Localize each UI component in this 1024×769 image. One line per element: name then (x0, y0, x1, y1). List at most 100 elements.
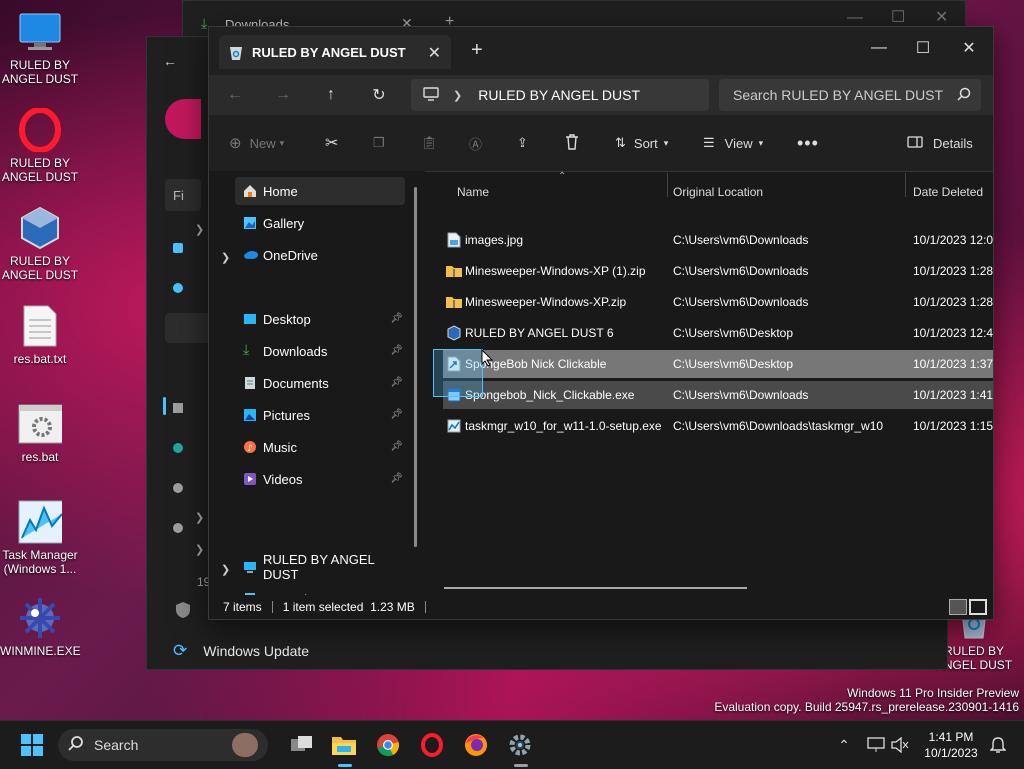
table-row[interactable]: Minesweeper-Windows-XP.zip C:\Users\vm6\… (443, 288, 993, 316)
chevron-right-icon[interactable]: ❯ (195, 543, 204, 556)
column-divider[interactable] (905, 173, 906, 197)
chevron-up-icon[interactable]: ⌃ (830, 731, 858, 759)
explorer-window[interactable]: RULED BY ANGEL DUST ✕ + — ☐ ✕ ← → ↑ ↻ ❯ … (208, 26, 994, 620)
nav-item-onedrive[interactable]: OneDrive (235, 241, 405, 269)
volume-muted-icon[interactable] (886, 731, 914, 759)
copy-icon: ❐ (373, 135, 385, 150)
pin-icon[interactable]: 📌︎ (390, 473, 403, 484)
nav-item-documents[interactable]: Documents 📌︎ (235, 369, 405, 397)
column-header-name[interactable]: Name (457, 181, 489, 203)
close-tab-icon[interactable]: ✕ (428, 43, 441, 63)
pc-icon (423, 86, 439, 104)
nav-item-desktop[interactable]: Desktop 📌︎ (235, 305, 405, 333)
sort-icon: ⇅ (615, 135, 626, 150)
new-tab-icon[interactable]: + (471, 39, 483, 62)
firefox-icon[interactable] (462, 731, 490, 759)
status-divider (271, 601, 273, 613)
settings-nav-icon (173, 283, 183, 293)
chevron-right-icon[interactable]: ❯ (453, 89, 462, 102)
horizontal-scrollbar[interactable] (444, 587, 747, 589)
close-icon[interactable]: ✕ (935, 7, 948, 27)
sort-button[interactable]: ⇅ Sort ▾ (615, 131, 668, 155)
pin-icon[interactable]: 📌︎ (390, 409, 403, 420)
text-file-icon (18, 304, 62, 348)
back-arrow-icon[interactable]: ← (221, 83, 249, 107)
table-row[interactable]: taskmgr_w10_for_w11-1.0-setup.exe C:\Use… (443, 412, 993, 440)
column-header-location[interactable]: Original Location (673, 181, 763, 203)
nav-scrollbar[interactable] (414, 187, 417, 547)
table-row[interactable]: Spongebob_Nick_Clickable.exe C:\Users\vm… (443, 381, 993, 409)
column-divider[interactable] (667, 173, 668, 197)
details-button[interactable]: Details (907, 131, 973, 155)
table-row[interactable]: images.jpg C:\Users\vm6\Downloads 10/1/2… (443, 226, 993, 254)
clock[interactable]: 1:41 PM 10/1/2023 (916, 729, 986, 761)
cut-button[interactable]: ✂ (325, 131, 338, 155)
nav-item-videos[interactable]: Videos 📌︎ (235, 465, 405, 493)
nav-item-pictures[interactable]: Pictures 📌︎ (235, 401, 405, 429)
address-bar[interactable]: ❯ RULED BY ANGEL DUST (411, 79, 709, 111)
start-button[interactable] (18, 731, 46, 759)
new-button[interactable]: ⊕ New ▾ (229, 131, 284, 155)
search-box[interactable]: Search RULED BY ANGEL DUST (719, 79, 981, 111)
table-row[interactable]: RULED BY ANGEL DUST 6 C:\Users\vm6\Deskt… (443, 319, 993, 347)
close-icon[interactable]: ✕ (947, 33, 991, 63)
share-button[interactable]: ⇪ (517, 131, 528, 155)
tab-ruled-by-angel-dust[interactable]: RULED BY ANGEL DUST ✕ (219, 35, 451, 69)
maximize-icon[interactable]: ☐ (891, 7, 905, 27)
chevron-right-icon[interactable]: ❯ (195, 511, 204, 524)
tiles-view-icon[interactable] (969, 599, 987, 615)
desktop-icon-winmine[interactable]: WINMINE.EXE (0, 596, 81, 658)
paste-button[interactable]: 📋︎ (421, 131, 438, 155)
rename-button[interactable]: Ⓐ (469, 131, 482, 155)
minimize-icon[interactable]: — (857, 33, 901, 63)
desktop-icon-res-bat-txt[interactable]: res.bat.txt (0, 304, 80, 366)
forward-arrow-icon[interactable]: → (269, 83, 297, 107)
view-button[interactable]: ☰ View ▾ (703, 131, 763, 155)
title-bar[interactable]: RULED BY ANGEL DUST ✕ + — ☐ ✕ (209, 27, 993, 75)
more-options-button[interactable]: ••• (797, 131, 819, 155)
delete-button[interactable] (565, 131, 579, 155)
details-view-icon[interactable] (949, 599, 967, 615)
chrome-icon[interactable] (374, 731, 402, 759)
up-arrow-icon[interactable]: ↑ (317, 83, 345, 107)
windows-update-item[interactable]: ⟳ Windows Update (165, 637, 465, 665)
notification-bell-icon[interactable] (984, 731, 1012, 759)
settings-search-partial[interactable]: Fi (165, 179, 201, 211)
nav-item-downloads[interactable]: ⤓ Downloads 📌︎ (235, 337, 405, 365)
chevron-right-icon[interactable]: ❯ (195, 223, 204, 236)
desktop-icon-ruled-2[interactable]: RULED BY ANGEL DUST (0, 108, 80, 184)
watermark-line-2: Evaluation copy. Build 25947.rs_prerelea… (714, 700, 1019, 714)
chevron-right-icon[interactable]: ❯ (221, 251, 230, 264)
desktop-icon-ruled-3[interactable]: RULED BY ANGEL DUST (0, 206, 80, 282)
chevron-right-icon[interactable]: ❯ (221, 563, 230, 576)
settings-gear-icon[interactable] (506, 731, 534, 759)
refresh-icon[interactable]: ↻ (365, 83, 393, 107)
desktop-icon-task-manager[interactable]: Task Manager (Windows 1... (0, 500, 80, 576)
desktop-icon-res-bat[interactable]: res.bat (0, 402, 80, 464)
opera-icon[interactable] (418, 731, 446, 759)
pin-icon[interactable]: 📌︎ (390, 313, 403, 324)
pin-icon[interactable]: 📌︎ (390, 377, 403, 388)
nav-item-home[interactable]: Home (235, 177, 405, 205)
maximize-icon[interactable]: ☐ (901, 33, 945, 63)
task-view-icon[interactable] (288, 731, 316, 759)
nav-item-this-pc[interactable]: RULED BY ANGEL DUST (235, 552, 405, 582)
file-explorer-taskbar-icon[interactable] (330, 731, 358, 759)
copy-button[interactable]: ❐ (373, 131, 385, 155)
back-arrow-icon[interactable]: ← (163, 53, 177, 69)
table-row[interactable]: Minesweeper-Windows-XP (1).zip C:\Users\… (443, 257, 993, 285)
address-path[interactable]: RULED BY ANGEL DUST (478, 87, 640, 103)
taskbar-search[interactable]: Search (58, 729, 268, 761)
desktop-icon-ruled-1[interactable]: RULED BY ANGEL DUST (0, 10, 80, 86)
column-header-date-deleted[interactable]: Date Deleted (913, 181, 983, 203)
search-input[interactable]: Search RULED BY ANGEL DUST (733, 87, 943, 103)
nav-item-gallery[interactable]: Gallery (235, 209, 405, 237)
chevron-down-icon: ▾ (758, 137, 764, 148)
nav-item-music[interactable]: ♪ Music 📌︎ (235, 433, 405, 461)
search-icon[interactable] (957, 87, 971, 104)
pin-icon[interactable]: 📌︎ (390, 441, 403, 452)
windows-update-label: Windows Update (203, 643, 310, 659)
minimize-icon[interactable]: — (847, 9, 863, 27)
table-row-selected[interactable]: SpongeBob Nick Clickable C:\Users\vm6\De… (443, 350, 993, 378)
pin-icon[interactable]: 📌︎ (390, 345, 403, 356)
